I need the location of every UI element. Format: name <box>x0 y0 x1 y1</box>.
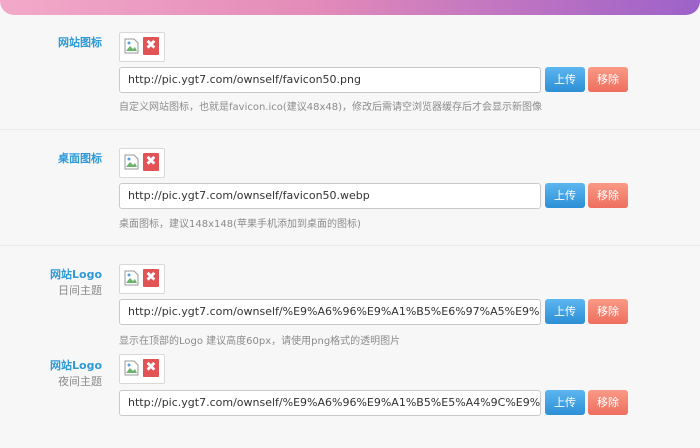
site-icon-preview: ✖ <box>119 32 165 62</box>
remove-button[interactable]: 移除 <box>588 299 628 324</box>
delete-image-button[interactable]: ✖ <box>143 37 159 55</box>
desktop-icon-url-input[interactable]: http://pic.ygt7.com/ownself/favicon50.we… <box>119 183 541 209</box>
upload-button[interactable]: 上传 <box>545 299 585 324</box>
logo-day-label: 网站Logo <box>50 268 102 281</box>
site-icon-url-input[interactable]: http://pic.ygt7.com/ownself/favicon50.pn… <box>119 67 541 93</box>
upload-button[interactable]: 上传 <box>545 390 585 415</box>
upload-button[interactable]: 上传 <box>545 183 585 208</box>
desktop-icon-label: 桌面图标 <box>58 152 102 165</box>
logo-day-hint: 显示在顶部的Logo 建议高度60px，请使用png格式的透明图片 <box>119 336 401 347</box>
remove-button[interactable]: 移除 <box>588 183 628 208</box>
site-icon-label: 网站图标 <box>58 36 102 49</box>
delete-image-button[interactable]: ✖ <box>143 269 159 287</box>
broken-image-icon <box>124 154 139 170</box>
desktop-icon-preview: ✖ <box>119 148 165 178</box>
broken-image-icon <box>124 38 139 54</box>
logo-night-sublabel: 夜间主题 <box>58 375 102 388</box>
delete-image-button[interactable]: ✖ <box>143 153 159 171</box>
desktop-icon-hint: 桌面图标，建议148x148(苹果手机添加到桌面的图标) <box>119 219 361 230</box>
logo-day-sublabel: 日间主题 <box>58 284 102 297</box>
logo-night-preview: ✖ <box>119 354 165 384</box>
top-gradient-bar <box>0 0 700 15</box>
logo-night-label: 网站Logo <box>50 359 102 372</box>
upload-button[interactable]: 上传 <box>545 67 585 92</box>
remove-button[interactable]: 移除 <box>588 67 628 92</box>
section-divider <box>0 129 700 130</box>
site-icon-hint: 自定义网站图标，也就是favicon.ico(建议48x48)，修改后需请空浏览… <box>119 102 543 113</box>
delete-image-button[interactable]: ✖ <box>143 359 159 377</box>
section-divider <box>0 245 700 246</box>
logo-day-url-input[interactable]: http://pic.ygt7.com/ownself/%E9%A6%96%E9… <box>119 299 541 325</box>
logo-night-url-input[interactable]: http://pic.ygt7.com/ownself/%E9%A6%96%E9… <box>119 390 541 416</box>
broken-image-icon <box>124 360 139 376</box>
broken-image-icon <box>124 270 139 286</box>
remove-button[interactable]: 移除 <box>588 390 628 415</box>
logo-day-preview: ✖ <box>119 264 165 294</box>
